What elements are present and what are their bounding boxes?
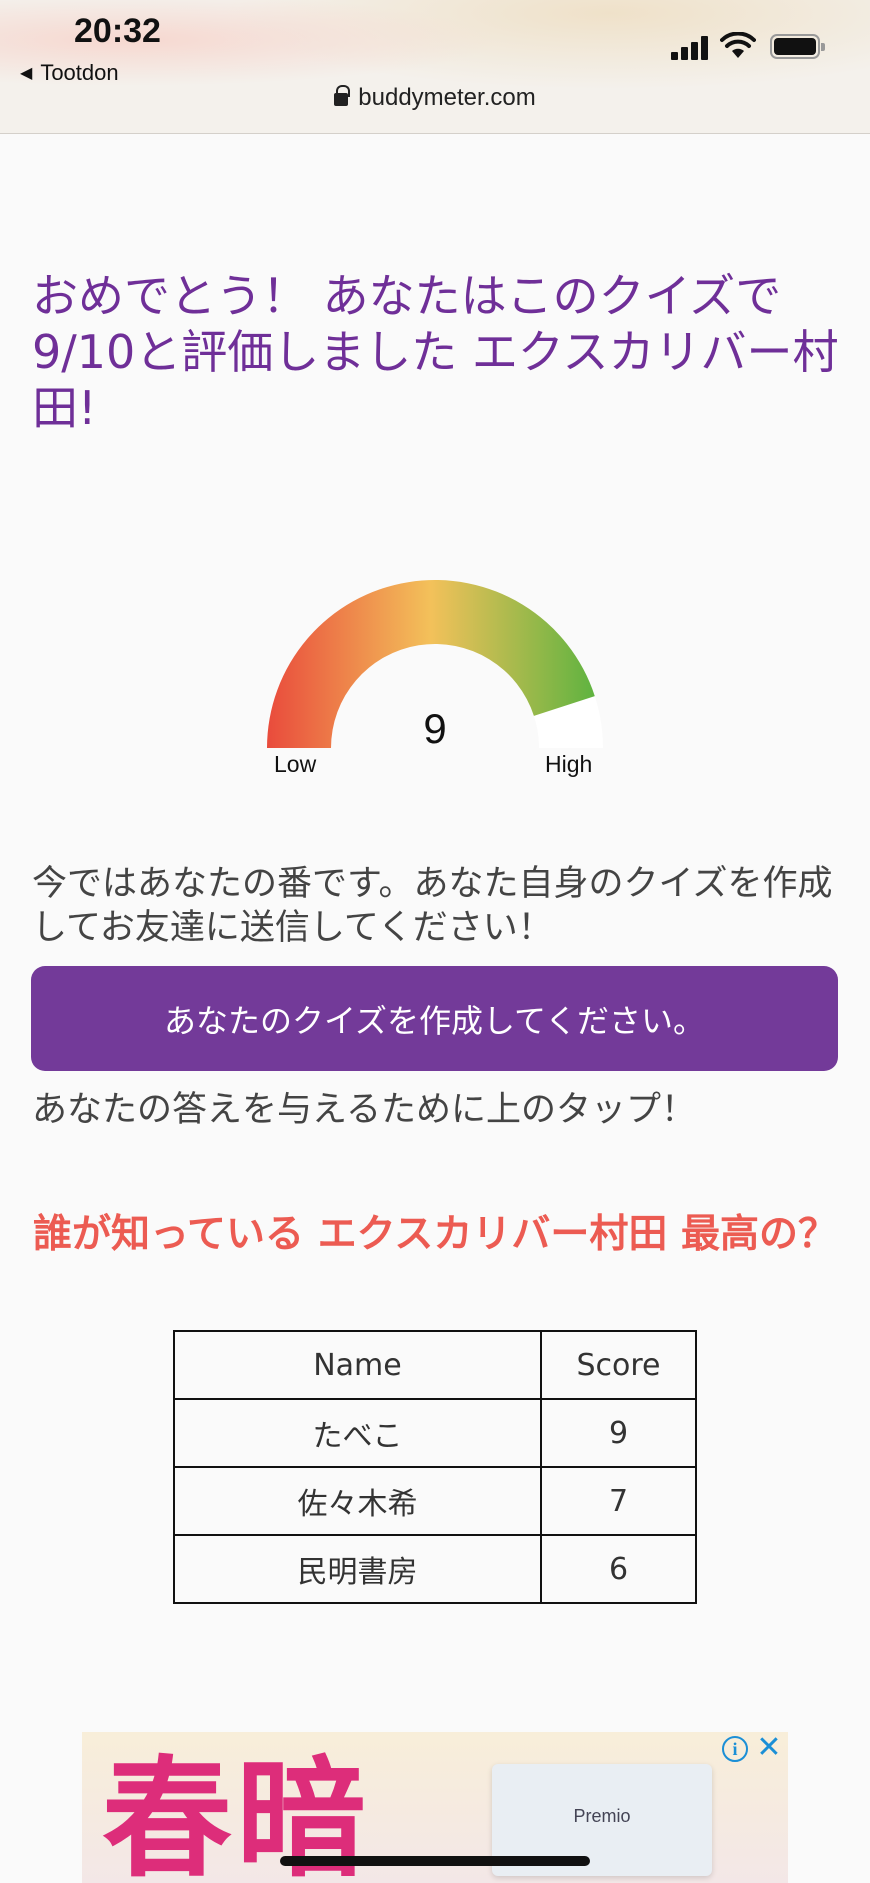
player-name: 佐々木希 (173, 1466, 542, 1536)
back-to-app-button[interactable]: ◀ Tootdon (20, 60, 119, 86)
leaderboard-header-row: Name Score (173, 1330, 697, 1400)
ad-product-name: Premio (573, 1806, 631, 1826)
lock-icon (334, 85, 351, 106)
table-row: 佐々木希 7 (173, 1466, 697, 1536)
player-score: 6 (540, 1534, 697, 1604)
browser-top-bar: 20:32 ◀ Tootdon buddymeter.com (0, 0, 870, 134)
cellular-signal-icon (671, 36, 711, 60)
status-time: 20:32 (74, 12, 161, 50)
table-row: たべこ 9 (173, 1398, 697, 1468)
gauge-value: 9 (423, 705, 447, 752)
leaderboard-table: Name Score たべこ 9 佐々木希 7 民明書房 6 (173, 1330, 697, 1604)
create-quiz-button[interactable]: あなたのクイズを作成してください。 (31, 966, 838, 1071)
tap-hint-text: あなたの答えを与えるために上のタップ！ (32, 1090, 696, 1130)
player-name: 民明書房 (173, 1534, 542, 1604)
home-indicator (280, 1856, 590, 1866)
player-score: 9 (540, 1398, 697, 1468)
create-quiz-prompt: 今ではあなたの番です。あなた自身のクイズを作成してお友達に送信してください！ (32, 864, 833, 948)
battery-icon (770, 34, 825, 59)
back-app-label: Tootdon (40, 60, 119, 85)
name-column-header: Name (173, 1330, 542, 1400)
gauge-high-label: High (545, 751, 593, 777)
back-arrow-icon: ◀ (20, 65, 33, 82)
score-gauge: 9 Low High (262, 575, 608, 777)
score-column-header: Score (540, 1330, 697, 1400)
ad-close-icon[interactable]: ✕ (754, 1732, 784, 1764)
gauge-low-label: Low (274, 751, 317, 777)
leaderboard-title: 誰が知っている エクスカリバー村田 最高の？ (32, 1212, 838, 1257)
player-name: たべこ (173, 1398, 542, 1468)
result-headline: おめでとう！ あなたはこのクイズで 9/10と評価しました エクスカリバー村田! (32, 269, 839, 435)
table-row: 民明書房 6 (173, 1534, 697, 1604)
ad-info-icon[interactable]: i (722, 1736, 748, 1762)
player-score: 7 (540, 1466, 697, 1536)
address-bar[interactable]: buddymeter.com (0, 84, 870, 112)
wifi-icon (720, 32, 756, 58)
url-text: buddymeter.com (358, 84, 536, 111)
